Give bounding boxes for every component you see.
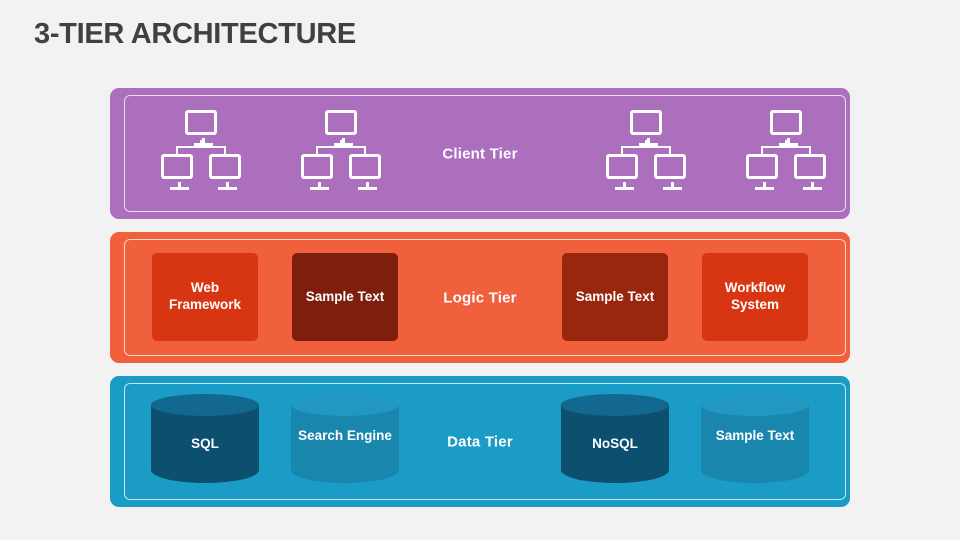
monitor-icon [185,110,217,146]
tier-label-logic: Logic Tier [443,289,517,306]
page-title: 3-Tier Architecture [34,18,356,50]
tier-band-logic: Web Framework Sample Text Sample Text Wo… [110,232,850,363]
slide-canvas: 3-Tier Architecture [0,0,960,540]
tier-label-client: Client Tier [442,145,518,162]
monitor-icon [630,110,662,146]
cylinder-top-ellipse [561,394,669,416]
tier-band-client: Client Tier [110,88,850,219]
cylinder-top-ellipse [151,394,259,416]
monitor-icon [770,110,802,146]
cylinder-top-ellipse [701,394,809,416]
cylinder-top-ellipse [291,394,399,416]
tier-band-data: SQL Search Engine NoSQL Sample Text Data… [110,376,850,507]
tier-label-data: Data Tier [447,433,513,450]
monitor-icon [325,110,357,146]
